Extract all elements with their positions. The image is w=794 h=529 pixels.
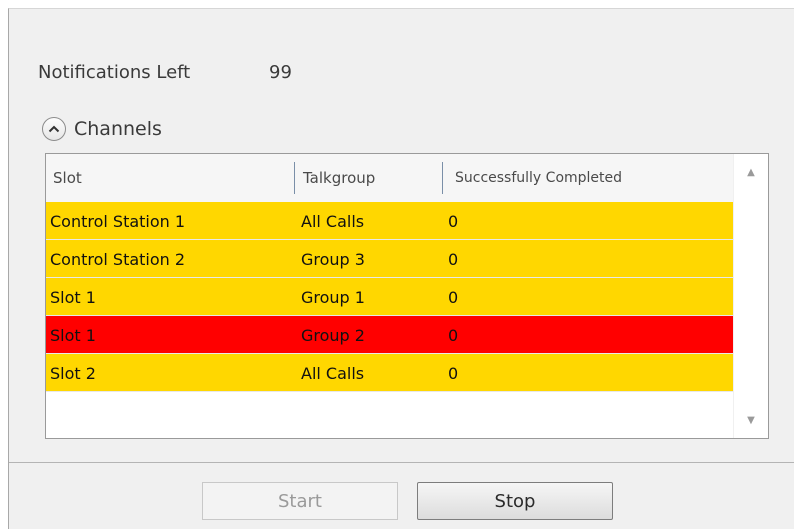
scroll-up-icon[interactable]: ▲ <box>734 162 768 182</box>
table-row[interactable]: Control Station 2 Group 3 0 <box>46 240 735 278</box>
vertical-scrollbar[interactable]: ▲ ▼ <box>733 154 768 438</box>
talkgroup-cell: Group 1 <box>301 287 365 307</box>
table-row[interactable]: Slot 1 Group 2 0 <box>46 316 735 354</box>
notifications-left-value: 99 <box>269 62 292 83</box>
completed-cell: 0 <box>448 211 459 231</box>
talkgroup-cell: All Calls <box>301 211 365 231</box>
channels-header: Channels <box>42 117 162 141</box>
talkgroup-cell: All Calls <box>301 363 365 383</box>
channels-label: Channels <box>74 118 162 140</box>
column-separator[interactable] <box>442 162 443 194</box>
completed-cell: 0 <box>448 287 459 307</box>
column-header-slot[interactable]: Slot <box>53 154 82 202</box>
content-area: Notifications Left 99 Channels Slot Talk… <box>9 9 794 463</box>
slot-cell: Slot 1 <box>50 287 96 307</box>
stop-button[interactable]: Stop <box>417 482 613 520</box>
channels-grid: Slot Talkgroup Successfully Completed Co… <box>45 153 769 439</box>
column-separator[interactable] <box>294 162 295 194</box>
grid-body: Control Station 1 All Calls 0 Control Stati… <box>46 202 735 392</box>
table-row[interactable]: Slot 1 Group 1 0 <box>46 278 735 316</box>
start-button[interactable]: Start <box>202 482 398 520</box>
column-header-successfully-completed[interactable]: Successfully Completed <box>455 154 622 202</box>
chevron-up-icon[interactable] <box>42 117 66 141</box>
scroll-down-icon[interactable]: ▼ <box>734 410 768 430</box>
talkgroup-cell: Group 2 <box>301 325 365 345</box>
column-header-talkgroup[interactable]: Talkgroup <box>303 154 375 202</box>
completed-cell: 0 <box>448 363 459 383</box>
notifications-row: Notifications Left 99 <box>38 62 292 83</box>
notifications-left-label: Notifications Left <box>38 62 191 83</box>
slot-cell: Control Station 1 <box>50 211 186 231</box>
completed-cell: 0 <box>448 325 459 345</box>
channels-panel: Notifications Left 99 Channels Slot Talk… <box>8 8 794 529</box>
completed-cell: 0 <box>448 249 459 269</box>
slot-cell: Slot 1 <box>50 325 96 345</box>
table-row[interactable]: Control Station 1 All Calls 0 <box>46 202 735 240</box>
slot-cell: Control Station 2 <box>50 249 186 269</box>
grid-header: Slot Talkgroup Successfully Completed <box>46 154 735 203</box>
talkgroup-cell: Group 3 <box>301 249 365 269</box>
table-row[interactable]: Slot 2 All Calls 0 <box>46 354 735 392</box>
slot-cell: Slot 2 <box>50 363 96 383</box>
